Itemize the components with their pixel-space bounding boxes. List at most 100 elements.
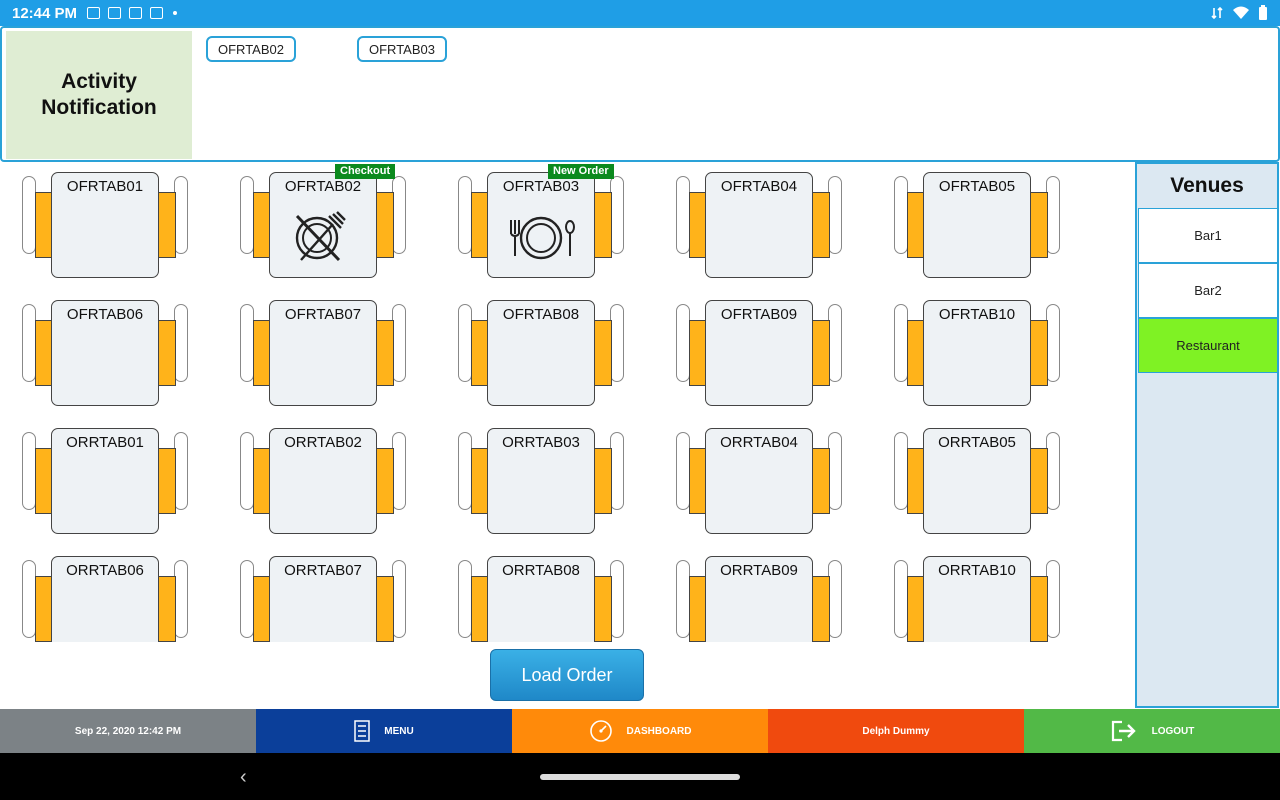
chair-right [376,320,394,386]
chair-cap [894,560,908,638]
chair-cap [174,304,188,382]
facebook-icon [129,7,143,19]
dashboard-button[interactable]: DASHBOARD [512,709,768,753]
chair-right [594,192,612,258]
table-name: ORRTAB08 [502,562,580,579]
chair-cap [610,176,624,254]
chair-cap [676,176,690,254]
chair-cap [1046,304,1060,382]
table-name: OFRTAB01 [66,178,144,195]
status-time: 12:44 PM [12,4,78,22]
table-ofrtab02[interactable]: OFRTAB02 Checkout [239,162,409,278]
venues-title: Venues [1170,174,1244,197]
table-name: OFRTAB08 [502,306,580,323]
table-ofrtab10[interactable]: OFRTAB10 [893,290,1063,406]
chair-right [158,192,176,258]
chair-cap [458,176,472,254]
chair-right [158,320,176,386]
status-right [1210,5,1268,21]
logout-label: LOGOUT [1151,725,1195,737]
dashboard-gauge-icon [589,720,612,742]
chair-right [158,576,176,642]
table-orrtab02[interactable]: ORRTAB02 [239,418,409,534]
chair-cap [894,304,908,382]
chair-right [1030,320,1048,386]
chair-right [594,576,612,642]
table-name: OFRTAB09 [720,306,798,323]
notification-chip[interactable]: OFRTAB03 [357,36,447,62]
notification-icon [87,7,101,19]
chair-right [812,192,830,258]
chair-cap [610,304,624,382]
chair-cap [240,176,254,254]
table-orrtab07[interactable]: ORRTAB07 [239,546,409,642]
chair-cap [1046,176,1060,254]
home-handle[interactable] [540,774,740,780]
chair-cap [1046,560,1060,638]
table-name: ORRTAB07 [284,562,362,579]
table-name: ORRTAB02 [284,434,362,451]
chair-cap [22,432,36,510]
chair-right [376,576,394,642]
table-ofrtab07[interactable]: OFRTAB07 [239,290,409,406]
table-ofrtab04[interactable]: OFRTAB04 [675,162,845,278]
venue-item-restaurant[interactable]: Restaurant [1138,318,1278,373]
sync-icon [1211,6,1223,20]
chair-right [594,320,612,386]
notification-chip[interactable]: OFRTAB02 [206,36,296,62]
logout-button[interactable]: LOGOUT [1024,709,1280,753]
chair-cap [1046,432,1060,510]
chair-cap [828,560,842,638]
table-name: ORRTAB01 [66,434,144,451]
chair-cap [676,560,690,638]
chair-right [158,448,176,514]
more-notifications-icon [173,11,178,15]
table-orrtab01[interactable]: ORRTAB01 [21,418,191,534]
back-icon[interactable]: ‹ [240,766,247,789]
chair-right [1030,576,1048,642]
chair-cap [894,432,908,510]
table-ofrtab03[interactable]: OFRTAB03 New Order [457,162,627,278]
date-text: Sep 22, 2020 12:42 PM [74,725,182,737]
table-orrtab09[interactable]: ORRTAB09 [675,546,845,642]
chair-cap [392,304,406,382]
chair-cap [828,304,842,382]
menu-button[interactable]: MENU [256,709,512,753]
dashboard-label: DASHBOARD [626,725,692,737]
wifi-icon [1233,6,1249,19]
table-orrtab08[interactable]: ORRTAB08 [457,546,627,642]
chair-cap [22,560,36,638]
table-ofrtab09[interactable]: OFRTAB09 [675,290,845,406]
load-order-button[interactable]: Load Order [490,649,644,701]
table-orrtab05[interactable]: ORRTAB05 [893,418,1063,534]
table-orrtab03[interactable]: ORRTAB03 [457,418,627,534]
table-ofrtab01[interactable]: OFRTAB01 [21,162,191,278]
app-icon [150,7,164,19]
chair-cap [392,560,406,638]
no-dining-icon [283,206,363,266]
table-orrtab04[interactable]: ORRTAB04 [675,418,845,534]
table-ofrtab08[interactable]: OFRTAB08 [457,290,627,406]
chair-cap [458,560,472,638]
chair-right [1030,448,1048,514]
table-orrtab06[interactable]: ORRTAB06 [21,546,191,642]
menu-icon [354,720,371,742]
menu-label: MENU [384,725,414,737]
chair-right [812,448,830,514]
chair-right [812,320,830,386]
logout-icon [1111,720,1136,742]
venue-item-bar1[interactable]: Bar1 [1138,208,1278,263]
user-name: Delph Dummy [862,725,930,737]
table-status-badge: New Order [548,164,614,179]
chair-cap [174,176,188,254]
chair-cap [458,432,472,510]
table-orrtab10[interactable]: ORRTAB10 [893,546,1063,642]
table-ofrtab05[interactable]: OFRTAB05 [893,162,1063,278]
chair-right [812,576,830,642]
table-ofrtab06[interactable]: OFRTAB06 [21,290,191,406]
venue-item-bar2[interactable]: Bar2 [1138,263,1278,318]
chair-cap [458,304,472,382]
table-name: OFRTAB07 [284,306,362,323]
app-root: 12:44 PM Activity Notification OFRTAB02 … [0,0,1280,800]
table-name: ORRTAB04 [720,434,798,451]
